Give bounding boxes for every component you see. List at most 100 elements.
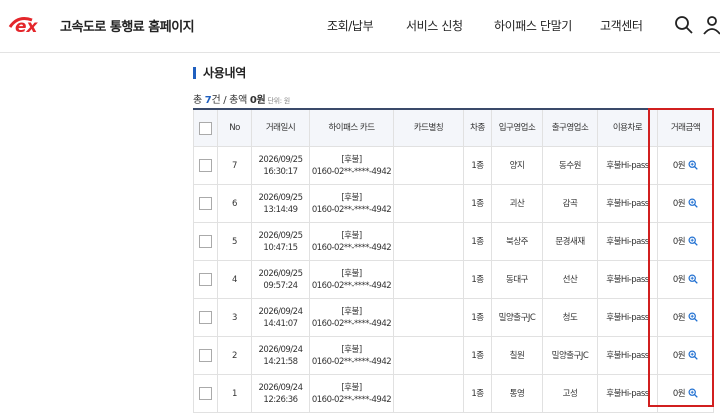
row-amount: 0원: [672, 274, 686, 285]
row-amount-cell: 0원: [657, 374, 714, 413]
row-checkbox[interactable]: [199, 159, 212, 172]
magnifier-icon[interactable]: [688, 198, 698, 208]
magnifier-icon[interactable]: [688, 312, 698, 322]
row-amount: 0원: [672, 312, 686, 323]
nav-customer-center[interactable]: 고객센터: [600, 17, 643, 34]
search-icon[interactable]: [674, 15, 694, 35]
row-exit-office: 감곡: [542, 184, 598, 223]
nav-service-apply[interactable]: 서비스 신청: [406, 17, 463, 34]
row-no: 1: [217, 374, 252, 413]
row-select-cell[interactable]: [193, 260, 218, 299]
row-card-alias: [393, 374, 464, 413]
row-card-type: [후불]: [341, 230, 362, 241]
section-title-bar: [193, 66, 196, 79]
row-no: 4: [217, 260, 252, 299]
row-checkbox[interactable]: [199, 387, 212, 400]
row-vehicle-class: 1종: [463, 260, 492, 299]
row-card-alias: [393, 222, 464, 261]
row-date: 2026/09/25: [258, 268, 304, 279]
row-vehicle-class: 1종: [463, 374, 492, 413]
row-datetime: 2026/09/24 14:41:07: [251, 298, 310, 337]
site-title: 고속도로 통행료 홈페이지: [60, 19, 195, 35]
row-card: [후불] 0160-02**-****-4942: [309, 298, 394, 337]
row-amount: 0원: [672, 236, 686, 247]
row-card: [후불] 0160-02**-****-4942: [309, 336, 394, 375]
row-card-alias: [393, 336, 464, 375]
row-card: [후불] 0160-02**-****-4942: [309, 184, 394, 223]
row-checkbox[interactable]: [199, 235, 212, 248]
row-card-number: 0160-02**-****-4942: [311, 280, 392, 291]
row-checkbox[interactable]: [199, 349, 212, 362]
svg-text:ex: ex: [15, 17, 39, 36]
select-all-checkbox[interactable]: [199, 121, 212, 135]
row-time: 09:57:24: [263, 280, 298, 291]
row-card-type: [후불]: [341, 154, 362, 165]
row-select-cell[interactable]: [193, 298, 218, 337]
row-datetime: 2026/09/25 16:30:17: [251, 146, 310, 185]
row-card: [후불] 0160-02**-****-4942: [309, 146, 394, 185]
table-row: 6 2026/09/25 13:14:49 [후불] 0160-02**-****-49…: [193, 184, 714, 223]
ex-logo-mark: ex: [8, 17, 39, 36]
row-no: 6: [217, 184, 252, 223]
usage-summary: 총 7건 / 총액 0원 단위: 원: [193, 91, 290, 106]
row-card-number: 0160-02**-****-4942: [311, 394, 392, 405]
row-checkbox[interactable]: [199, 197, 212, 210]
row-card-type: [후불]: [341, 192, 362, 203]
header-select-all[interactable]: [193, 108, 218, 147]
row-exit-office: 문경새재: [542, 222, 598, 261]
row-checkbox[interactable]: [199, 311, 212, 324]
nav-inquiry-payment[interactable]: 조회/납부: [327, 17, 374, 34]
row-vehicle-class: 1종: [463, 298, 492, 337]
row-date: 2026/09/25: [258, 192, 304, 203]
header-vehicle-class: 차종: [463, 108, 492, 147]
row-vehicle-class: 1종: [463, 336, 492, 375]
row-date: 2026/09/24: [258, 306, 304, 317]
section-title-text: 사용내역: [203, 66, 246, 80]
row-datetime: 2026/09/25 10:47:15: [251, 222, 310, 261]
row-card-number: 0160-02**-****-4942: [311, 204, 392, 215]
summary-amount-unit: 원: [256, 95, 266, 106]
row-card-type: [후불]: [341, 344, 362, 355]
section-title: 사용내역: [193, 64, 246, 81]
row-time: 10:47:15: [263, 242, 298, 253]
summary-unit-note: 단위: 원: [267, 97, 290, 105]
magnifier-icon[interactable]: [688, 274, 698, 284]
row-time: 12:26:36: [263, 394, 298, 405]
table-row: 7 2026/09/25 16:30:17 [후불] 0160-02**-****-49…: [193, 146, 714, 185]
row-card-alias: [393, 146, 464, 185]
user-icon[interactable]: [702, 15, 720, 35]
row-card-type: [후불]: [341, 268, 362, 279]
magnifier-icon[interactable]: [688, 350, 698, 360]
row-select-cell[interactable]: [193, 146, 218, 185]
table-row: 5 2026/09/25 10:47:15 [후불] 0160-02**-****-49…: [193, 222, 714, 261]
row-select-cell[interactable]: [193, 184, 218, 223]
magnifier-icon[interactable]: [688, 236, 698, 246]
row-entry-office: 북상주: [491, 222, 543, 261]
row-checkbox[interactable]: [199, 273, 212, 286]
magnifier-icon[interactable]: [688, 388, 698, 398]
row-amount-cell: 0원: [657, 260, 714, 299]
row-amount-cell: 0원: [657, 184, 714, 223]
summary-total-label: 총: [193, 95, 205, 106]
magnifier-icon[interactable]: [688, 160, 698, 170]
row-time: 13:14:49: [263, 204, 298, 215]
row-select-cell[interactable]: [193, 374, 218, 413]
row-card: [후불] 0160-02**-****-4942: [309, 374, 394, 413]
ex-logo[interactable]: ex 고속도로 통행료 홈페이지: [8, 10, 195, 40]
header-exit-office: 출구영업소: [542, 108, 598, 147]
row-card-number: 0160-02**-****-4942: [311, 242, 392, 253]
row-amount-cell: 0원: [657, 298, 714, 337]
row-entry-office: 동대구: [491, 260, 543, 299]
header-amount: 거래금액: [657, 108, 714, 147]
header-no: No: [217, 108, 252, 147]
row-select-cell[interactable]: [193, 336, 218, 375]
nav-hipass-terminal[interactable]: 하이패스 단말기: [494, 17, 572, 34]
row-datetime: 2026/09/24 12:26:36: [251, 374, 310, 413]
row-no: 5: [217, 222, 252, 261]
row-select-cell[interactable]: [193, 222, 218, 261]
row-entry-office: 통영: [491, 374, 543, 413]
row-card-type: [후불]: [341, 382, 362, 393]
row-card: [후불] 0160-02**-****-4942: [309, 222, 394, 261]
row-entry-office: 괴산: [491, 184, 543, 223]
row-exit-office: 청도: [542, 298, 598, 337]
